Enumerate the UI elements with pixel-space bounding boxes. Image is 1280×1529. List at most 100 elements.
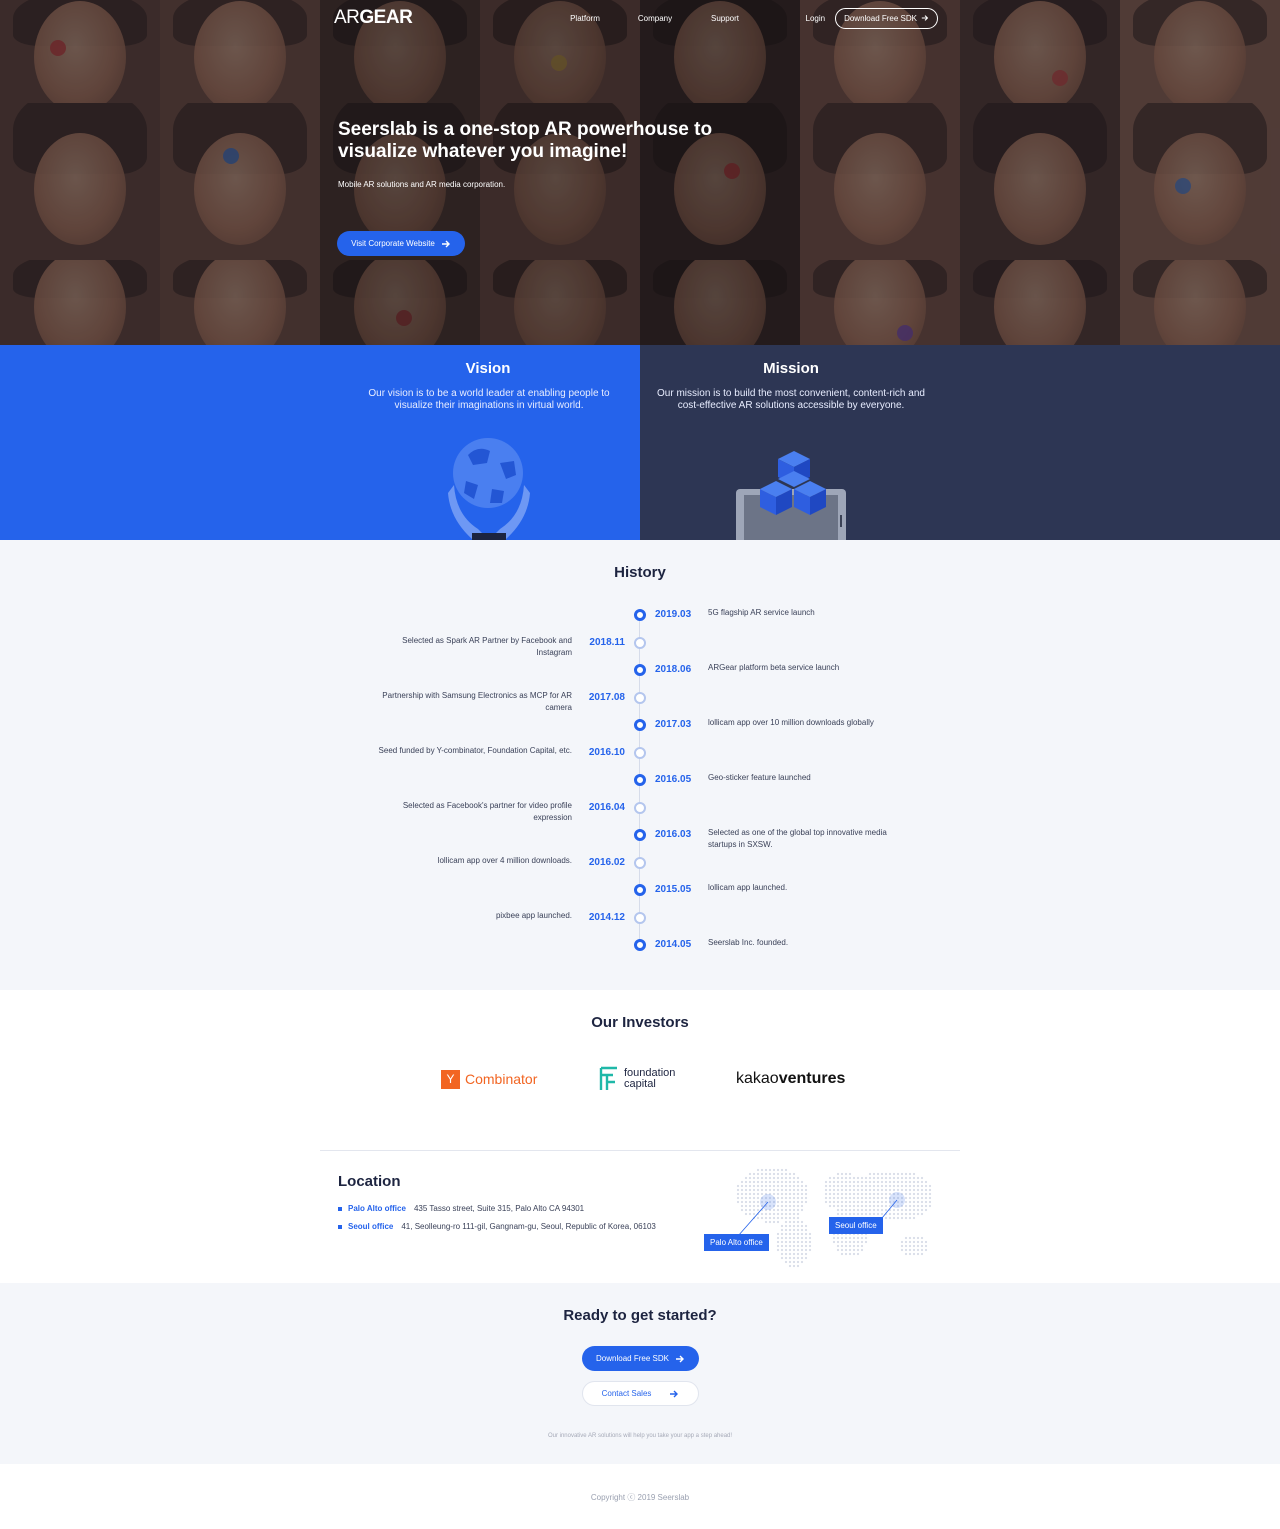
- visit-corporate-website-button[interactable]: Visit Corporate Website: [337, 231, 465, 256]
- investors-title: Our Investors: [591, 1014, 689, 1031]
- download-free-sdk-button[interactable]: Download Free SDK: [582, 1346, 699, 1371]
- timeline-year: 2019.03: [655, 609, 692, 620]
- cta-title: Ready to get started?: [563, 1307, 717, 1324]
- argear-logo[interactable]: ARGEAR: [334, 7, 413, 29]
- vision-mission-section: Vision Our vision is to be a world leade…: [0, 345, 1280, 540]
- timeline-dot: [634, 911, 646, 924]
- hero-title: Seerslab is a one-stop AR powerhouse to …: [338, 119, 713, 162]
- timeline-dot: [634, 609, 646, 621]
- ventures-text: ventures: [778, 1070, 846, 1087]
- login-link[interactable]: Login: [806, 14, 826, 23]
- office-address: 41, Seolleung-ro 111-gil, Gangnam-gu, Se…: [401, 1222, 656, 1231]
- contact-sales-button[interactable]: Contact Sales: [582, 1381, 699, 1406]
- timeline-year: 2016.02: [588, 856, 625, 868]
- investors-section: Our Investors Y Combinator foundation ca…: [0, 990, 1280, 1150]
- history-section: History 2019.03 5G flagship AR service la…: [0, 540, 1280, 990]
- office-seoul: Seoul office 41, Seolleung-ro 111-gil, G…: [338, 1222, 656, 1231]
- timeline-year: 2014.12: [588, 911, 625, 923]
- vision-text: Our vision is to be a world leader at en…: [368, 388, 610, 411]
- map-label-palo-alto[interactable]: Palo Alto office: [704, 1234, 769, 1251]
- timeline-dot: [634, 801, 646, 814]
- history-title: History: [614, 564, 666, 581]
- arrow-right-icon: [921, 15, 929, 21]
- timeline-dot: [634, 719, 646, 731]
- timeline-dot: [634, 829, 646, 841]
- visit-corporate-website-label: Visit Corporate Website: [351, 239, 435, 248]
- arrow-right-icon: [675, 1355, 684, 1362]
- nav-platform[interactable]: Platform: [550, 14, 620, 23]
- timeline-year: 2018.06: [655, 664, 692, 675]
- logo-gear-text: GEAR: [359, 7, 413, 28]
- mission-text: Our mission is to build the most conveni…: [657, 388, 925, 411]
- top-nav: ARGEAR Platform Company Support Login Do…: [320, 0, 960, 36]
- yc-letter: Y: [441, 1069, 460, 1089]
- kakao-ventures-logo: kakao ventures: [736, 1066, 845, 1092]
- timeline-description: Partnership with Samsung Electronics as …: [382, 690, 572, 712]
- y-combinator-logo: Y Combinator: [441, 1066, 537, 1092]
- timeline-dot: [634, 939, 646, 951]
- timeline-description: Selected as Spark AR Partner by Facebook…: [402, 635, 572, 657]
- nav-download-sdk-button[interactable]: Download Free SDK: [835, 7, 938, 29]
- timeline-dot: [634, 774, 646, 786]
- timeline-year: 2016.04: [588, 801, 625, 813]
- fc-line2: capital: [624, 1078, 656, 1090]
- timeline-description: pixbee app launched.: [495, 910, 572, 920]
- office-palo-alto: Palo Alto office 435 Tasso street, Suite…: [338, 1204, 584, 1213]
- mission-title: Mission: [763, 360, 819, 377]
- timeline-year: 2018.11: [589, 636, 625, 648]
- map-label-seoul[interactable]: Seoul office: [829, 1217, 883, 1234]
- timeline-description: Selected as one of the global top innova…: [708, 828, 887, 849]
- timeline-description: lollicam app over 4 million downloads.: [437, 855, 572, 865]
- location-divider: [320, 1150, 960, 1151]
- arrow-right-icon: [441, 240, 450, 247]
- bullet-icon: [338, 1224, 342, 1229]
- vision-panel: Vision Our vision is to be a world leade…: [0, 345, 640, 540]
- timeline-description: lollicam app launched.: [708, 883, 788, 892]
- download-free-sdk-label: Download Free SDK: [596, 1354, 669, 1363]
- location-title: Location: [338, 1173, 401, 1190]
- office-name: Palo Alto office: [348, 1204, 406, 1213]
- timeline-description: Geo-sticker feature launched: [708, 773, 811, 782]
- arrow-right-icon: [670, 1390, 679, 1397]
- vision-title: Vision: [465, 360, 511, 377]
- timeline-description: 5G flagship AR service launch: [708, 608, 815, 617]
- foundation-capital-logo: foundation capital: [598, 1066, 675, 1092]
- nav-right: Login Download Free SDK: [806, 7, 938, 29]
- contact-sales-label: Contact Sales: [601, 1389, 652, 1398]
- nav-download-sdk-label: Download Free SDK: [844, 13, 917, 23]
- hero-subtitle: Mobile AR solutions and AR media corpora…: [338, 180, 506, 189]
- nav-support[interactable]: Support: [690, 14, 760, 23]
- foundation-capital-icon: [599, 1066, 617, 1090]
- office-address: 435 Tasso street, Suite 315, Palo Alto C…: [413, 1204, 585, 1213]
- logo-ar-text: AR: [334, 7, 360, 28]
- timeline-dot: [634, 856, 646, 869]
- cta-section: Ready to get started? Download Free SDK …: [0, 1283, 1280, 1464]
- timeline-dot: [634, 664, 646, 676]
- copyright-text: Copyright ⓒ 2019 Seerslab: [590, 1493, 690, 1502]
- timeline-dot: [634, 691, 646, 704]
- mission-panel: Mission Our mission is to build the most…: [640, 345, 1280, 540]
- nav-links: Platform Company Support: [550, 14, 760, 23]
- footer: Copyright ⓒ 2019 Seerslab: [0, 1464, 1280, 1529]
- timeline-year: 2014.05: [655, 939, 692, 950]
- phone-cubes-icon: [736, 451, 846, 540]
- office-name: Seoul office: [348, 1222, 394, 1231]
- timeline-year: 2017.03: [655, 719, 692, 730]
- hero-section: ARGEAR Platform Company Support Login Do…: [0, 0, 1280, 345]
- timeline-dot: [634, 884, 646, 896]
- timeline-year: 2017.08: [588, 691, 625, 703]
- bullet-icon: [338, 1206, 342, 1211]
- timeline-year: 2016.10: [588, 746, 625, 758]
- map-connector-lines: [737, 1192, 905, 1237]
- timeline-year: 2016.05: [655, 774, 692, 785]
- location-section: Location Palo Alto office 435 Tasso stre…: [0, 1150, 1280, 1283]
- nav-company[interactable]: Company: [620, 14, 690, 23]
- timeline-description: ARGear platform beta service launch: [708, 663, 840, 672]
- timeline-dot: [634, 636, 646, 649]
- timeline-description: Selected as Facebook's partner for video…: [402, 800, 572, 822]
- timeline-description: Seerslab Inc. founded.: [708, 938, 789, 947]
- hero-text: Seerslab is a one-stop AR powerhouse to …: [338, 119, 758, 189]
- timeline-description: Seed funded by Y-combinator, Foundation …: [378, 745, 572, 755]
- timeline-description: lollicam app over 10 million downloads g…: [708, 718, 874, 727]
- cta-note: Our innovative AR solutions will help yo…: [547, 1433, 733, 1439]
